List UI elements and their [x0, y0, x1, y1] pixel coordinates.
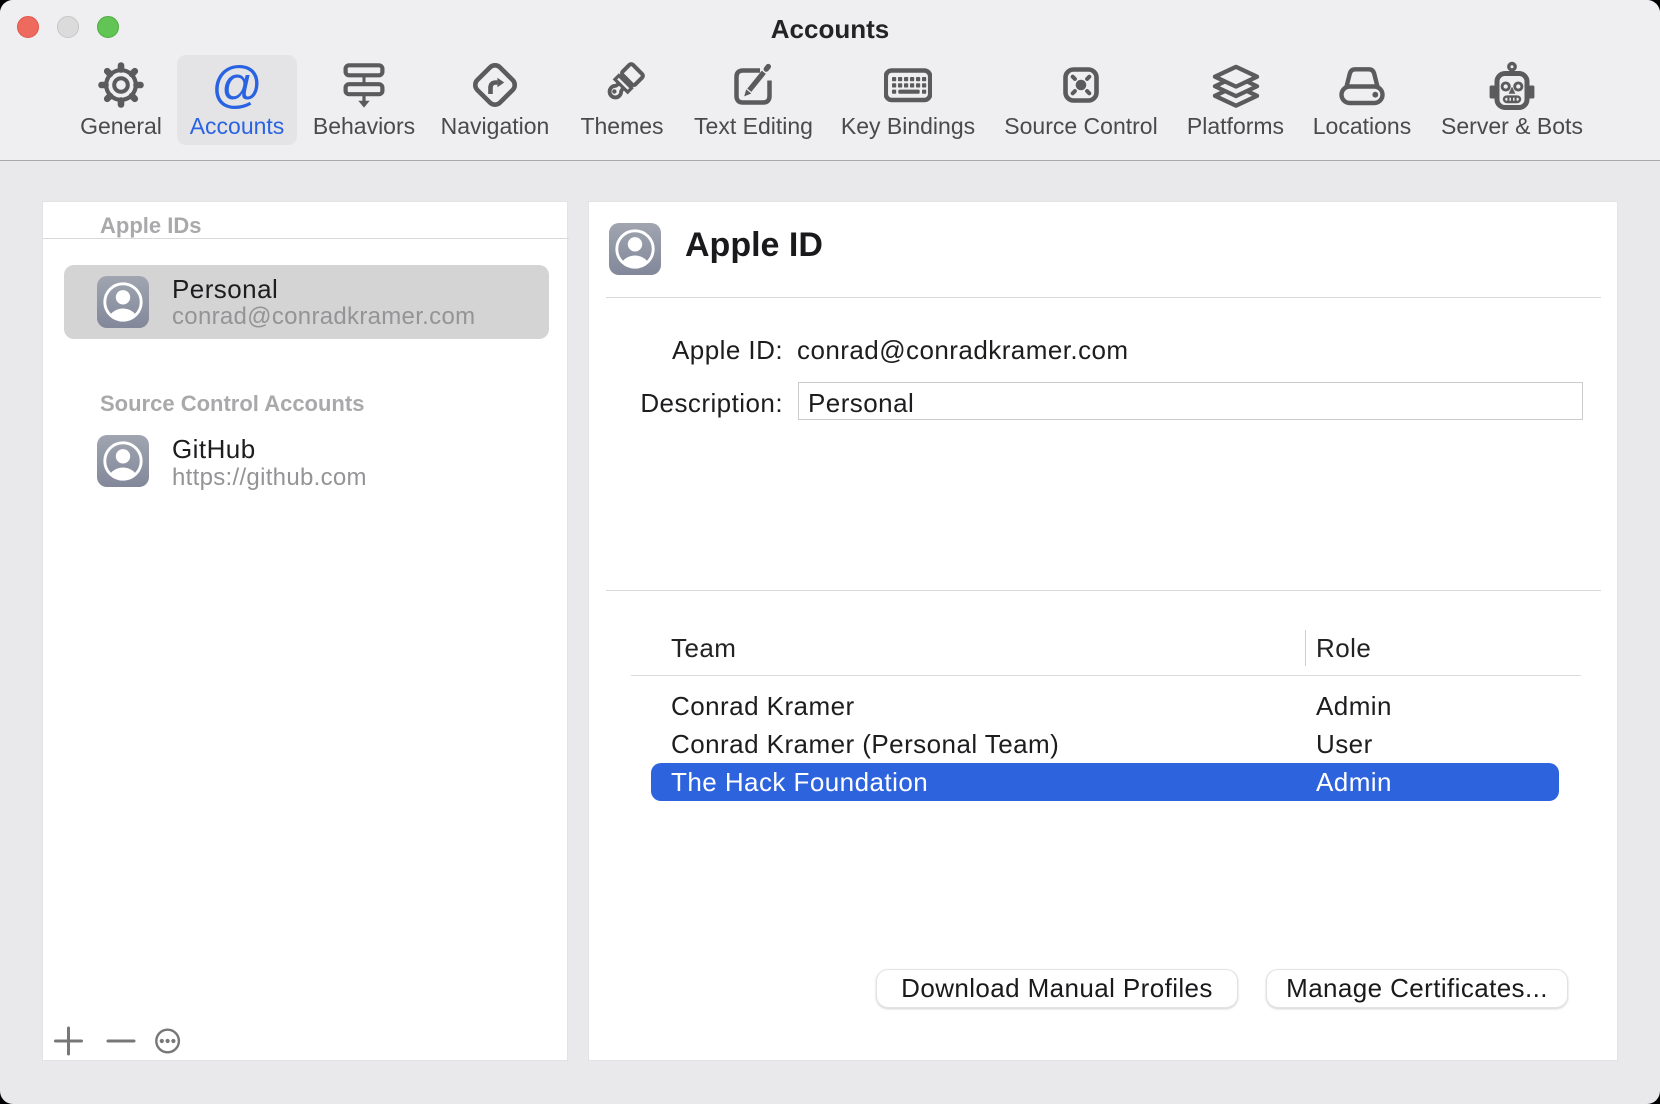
svg-text:@: @	[213, 61, 261, 109]
